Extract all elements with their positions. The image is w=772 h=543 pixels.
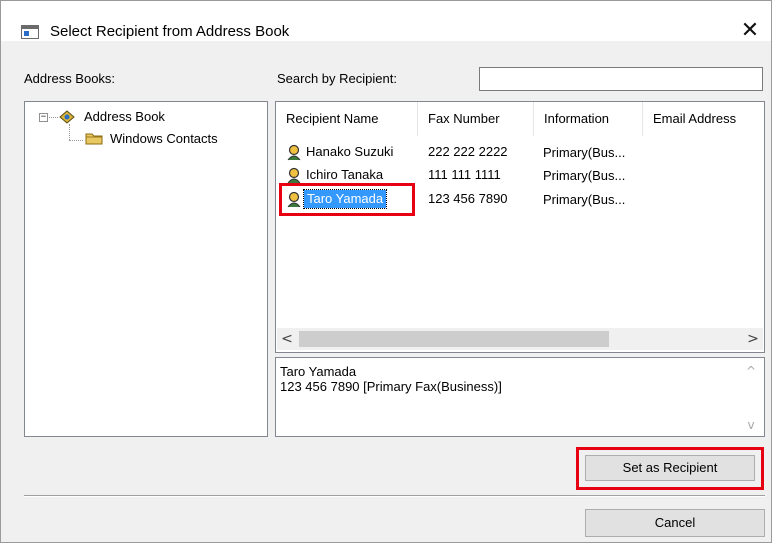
recipient-name-cell[interactable]: Hanako Suzuki bbox=[306, 143, 393, 161]
tree-item-windows-contacts[interactable]: Windows Contacts bbox=[110, 131, 218, 147]
recipient-list[interactable]: Recipient Name Fax Number Information Em… bbox=[275, 101, 765, 353]
address-book-icon bbox=[59, 110, 75, 124]
column-header-recipient-name[interactable]: Recipient Name bbox=[276, 102, 417, 136]
information-cell: Primary(Bus... bbox=[543, 145, 626, 160]
address-books-label: Address Books: bbox=[24, 71, 116, 86]
scroll-left-icon[interactable]: < bbox=[277, 328, 297, 350]
address-book-tree[interactable]: − Address Book Windows Contacts bbox=[24, 101, 268, 437]
window-title: Select Recipient from Address Book bbox=[50, 23, 290, 40]
fax-number-cell: 111 111 1111 bbox=[428, 167, 501, 182]
close-button[interactable]: ✕ bbox=[735, 17, 765, 45]
cancel-button[interactable]: Cancel bbox=[585, 509, 765, 537]
scroll-down-icon[interactable]: v bbox=[742, 416, 760, 434]
column-header-fax-number[interactable]: Fax Number bbox=[418, 102, 533, 136]
fax-number-cell: 222 222 2222 bbox=[428, 144, 508, 159]
recipient-name-cell[interactable]: Ichiro Tanaka bbox=[306, 166, 383, 184]
tree-item-address-book[interactable]: Address Book bbox=[84, 109, 165, 125]
fax-number-cell: 123 456 7890 bbox=[428, 191, 508, 206]
column-header-email-address[interactable]: Email Address bbox=[643, 102, 764, 136]
search-input[interactable] bbox=[479, 67, 763, 91]
contact-icon bbox=[287, 191, 301, 208]
scrollbar-thumb[interactable] bbox=[299, 331, 609, 347]
recipient-details[interactable]: Taro Yamada 123 456 7890 [Primary Fax(Bu… bbox=[275, 357, 765, 437]
column-header-information[interactable]: Information bbox=[534, 102, 642, 136]
scroll-up-icon[interactable]: ^ bbox=[742, 362, 760, 380]
select-recipient-dialog: Select Recipient from Address Book ✕ Add… bbox=[0, 0, 772, 543]
contact-icon bbox=[287, 167, 301, 184]
horizontal-scrollbar[interactable]: < > bbox=[277, 328, 763, 350]
information-cell: Primary(Bus... bbox=[543, 168, 626, 183]
detail-fax-info: 123 456 7890 [Primary Fax(Business)] bbox=[280, 379, 502, 394]
window-app-icon bbox=[21, 25, 39, 39]
detail-recipient-name: Taro Yamada bbox=[280, 364, 357, 379]
search-label: Search by Recipient: bbox=[277, 71, 397, 86]
information-cell: Primary(Bus... bbox=[543, 192, 626, 207]
scroll-right-icon[interactable]: > bbox=[743, 328, 763, 350]
set-as-recipient-button[interactable]: Set as Recipient bbox=[585, 455, 755, 481]
recipient-name-cell-selected[interactable]: Taro Yamada bbox=[302, 189, 388, 209]
contact-icon bbox=[287, 144, 301, 161]
title-bar: Select Recipient from Address Book ✕ bbox=[1, 1, 771, 43]
folder-icon bbox=[85, 133, 103, 145]
tree-collapse-icon[interactable]: − bbox=[39, 113, 48, 122]
divider bbox=[24, 495, 765, 497]
